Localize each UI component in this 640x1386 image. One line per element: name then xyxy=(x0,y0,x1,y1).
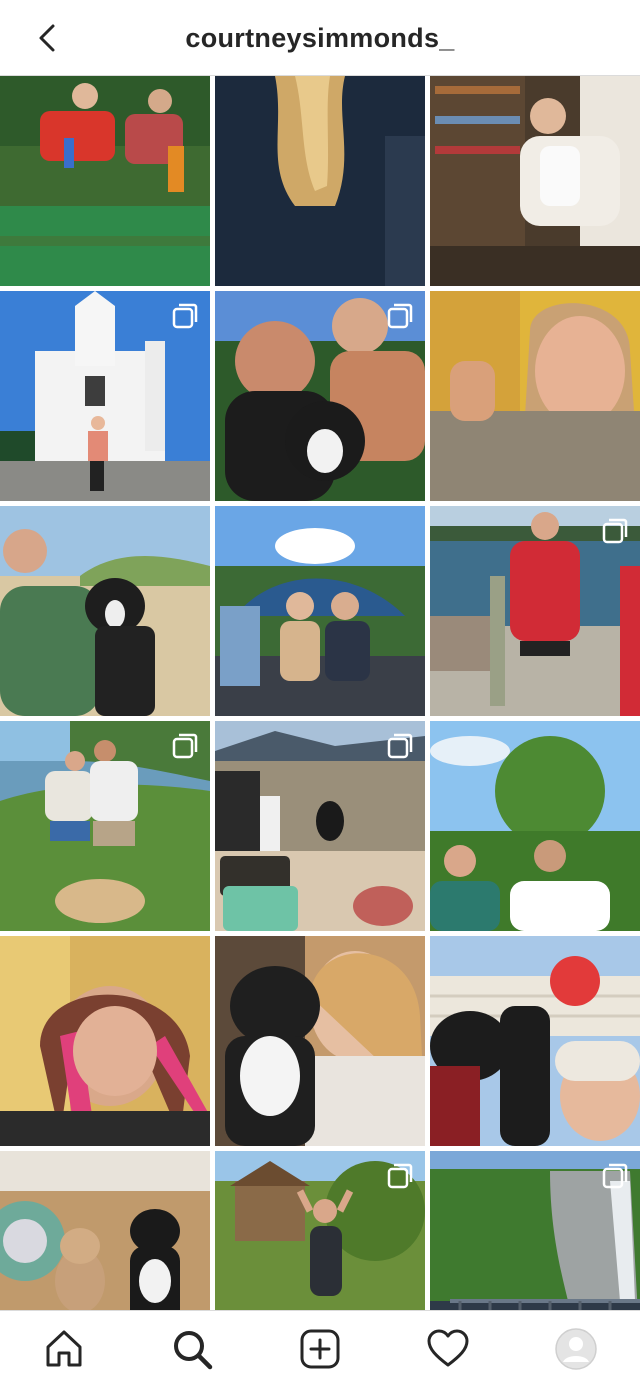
heart-icon xyxy=(427,1329,469,1367)
post-thumbnail[interactable] xyxy=(215,76,425,286)
post-thumbnail[interactable] xyxy=(215,506,425,716)
multiple-photos-icon xyxy=(602,1163,628,1189)
multiple-photos-icon xyxy=(387,733,413,759)
tab-search[interactable] xyxy=(168,1325,216,1373)
post-thumbnail[interactable] xyxy=(430,76,640,286)
post-thumbnail[interactable] xyxy=(215,721,425,931)
top-bar: courtneysimmonds_ xyxy=(0,0,640,76)
home-icon xyxy=(46,1330,82,1367)
post-thumbnail[interactable] xyxy=(430,721,640,931)
post-thumbnail[interactable] xyxy=(430,1151,640,1310)
post-thumbnail[interactable] xyxy=(215,291,425,501)
tab-home[interactable] xyxy=(40,1325,88,1373)
multiple-photos-icon xyxy=(172,733,198,759)
post-thumbnail[interactable] xyxy=(0,721,210,931)
multiple-photos-icon xyxy=(172,303,198,329)
add-post-icon xyxy=(300,1329,340,1369)
tab-profile[interactable] xyxy=(552,1325,600,1373)
tab-new-post[interactable] xyxy=(296,1325,344,1373)
bottom-tab-bar xyxy=(0,1310,640,1386)
post-thumbnail[interactable] xyxy=(430,936,640,1146)
post-thumbnail[interactable] xyxy=(0,1151,210,1310)
post-thumbnail[interactable] xyxy=(215,1151,425,1310)
tab-activity[interactable] xyxy=(424,1325,472,1373)
posts-grid xyxy=(0,76,640,1310)
post-thumbnail[interactable] xyxy=(215,936,425,1146)
post-thumbnail[interactable] xyxy=(0,76,210,286)
post-thumbnail[interactable] xyxy=(0,936,210,1146)
profile-username-title: courtneysimmonds_ xyxy=(185,23,455,53)
post-thumbnail[interactable] xyxy=(430,506,640,716)
multiple-photos-icon xyxy=(387,1163,413,1189)
multiple-photos-icon xyxy=(602,518,628,544)
profile-avatar-icon xyxy=(555,1328,597,1370)
post-thumbnail[interactable] xyxy=(0,506,210,716)
multiple-photos-icon xyxy=(387,303,413,329)
post-thumbnail[interactable] xyxy=(0,291,210,501)
post-thumbnail[interactable] xyxy=(430,291,640,501)
search-icon xyxy=(174,1331,213,1370)
